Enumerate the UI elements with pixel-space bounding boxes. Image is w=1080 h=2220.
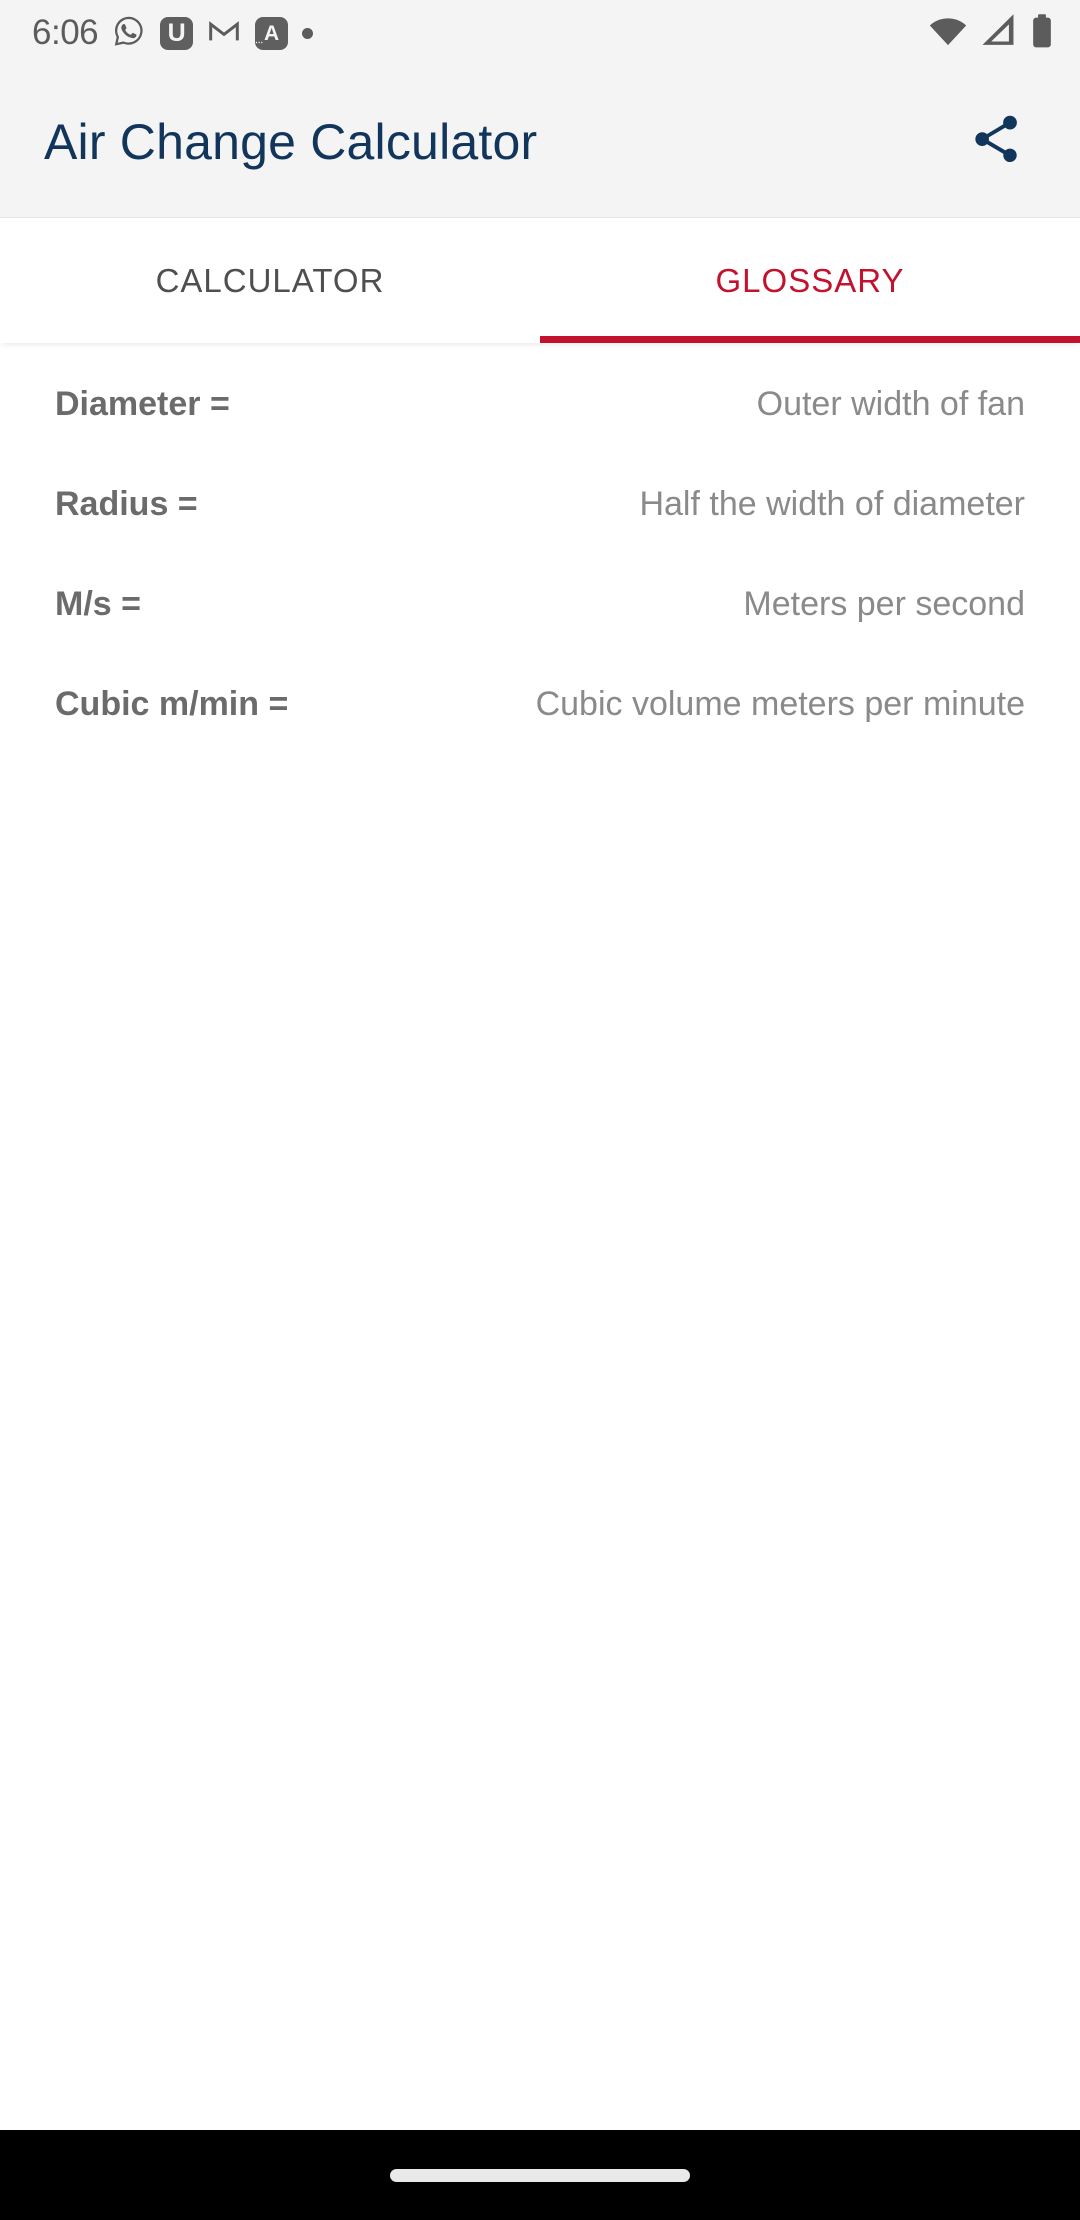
glossary-term: Cubic m/min = [55, 685, 289, 723]
list-item: Radius = Half the width of diameter [55, 485, 1025, 585]
glossary-definition: Half the width of diameter [639, 485, 1025, 523]
app-badge-a-icon: A ⋯ [255, 16, 289, 50]
battery-icon [1030, 13, 1054, 54]
tab-glossary[interactable]: GLOSSARY [540, 218, 1080, 343]
app-badge-u-icon: U [160, 16, 194, 50]
cellular-signal-icon [981, 13, 1017, 53]
status-bar-left: 6:06 U A ⋯ [32, 13, 314, 53]
glossary-definition: Meters per second [743, 585, 1025, 623]
home-gesture-pill[interactable] [390, 2168, 690, 2182]
app-screen: 6:06 U A ⋯ Air Change Calculator CALCULA… [0, 0, 1080, 2220]
glossary-term: M/s = [55, 585, 141, 623]
page-title: Air Change Calculator [44, 113, 538, 170]
app-bar: Air Change Calculator [0, 66, 1080, 218]
glossary-term: Radius = [55, 485, 198, 523]
app-badge-a-dots: ⋯ [255, 37, 265, 47]
tab-active-indicator [540, 336, 1080, 343]
notification-dot-icon [302, 27, 314, 39]
list-item: Diameter = Outer width of fan [55, 385, 1025, 485]
status-bar-right [928, 13, 1054, 54]
glossary-list: Diameter = Outer width of fan Radius = H… [0, 343, 1080, 2130]
system-navigation-bar [0, 2130, 1080, 2220]
app-badge-u-label: U [167, 18, 186, 47]
glossary-term: Diameter = [55, 385, 230, 423]
whatsapp-icon [112, 14, 146, 53]
status-bar-clock: 6:06 [32, 13, 99, 52]
list-item: M/s = Meters per second [55, 585, 1025, 685]
share-button[interactable] [950, 96, 1042, 188]
list-item: Cubic m/min = Cubic volume meters per mi… [55, 685, 1025, 785]
tab-calculator[interactable]: CALCULATOR [0, 218, 540, 343]
status-bar: 6:06 U A ⋯ [0, 0, 1080, 66]
glossary-definition: Cubic volume meters per minute [535, 685, 1025, 723]
glossary-definition: Outer width of fan [756, 385, 1025, 423]
wifi-icon [928, 14, 968, 53]
share-icon [968, 111, 1024, 172]
tab-bar: CALCULATOR GLOSSARY [0, 218, 1080, 343]
gmail-icon [207, 14, 241, 53]
